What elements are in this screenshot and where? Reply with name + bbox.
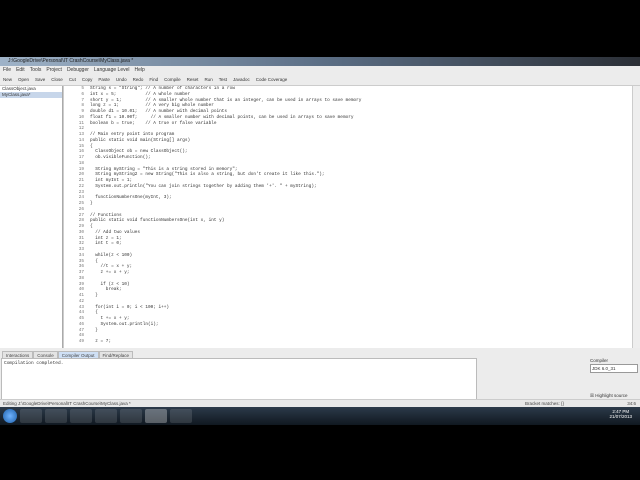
highlight-label: Highlight source [595,393,628,398]
code-text: z += x + y; [90,270,130,275]
code-line: 49 z = 7; [64,339,640,345]
open-button[interactable]: Open [18,74,29,85]
cut-button[interactable]: Cut [69,74,76,85]
menu-language-level[interactable]: Language Level [94,66,130,74]
javadoc-button[interactable]: Javadoc [233,74,250,85]
drjava-icon[interactable] [145,409,167,423]
compiler-panel: Compiler JDK 6.0_31 ☒ Highlight source [590,358,638,399]
new-button[interactable]: New [3,74,12,85]
menu-project[interactable]: Project [46,66,62,74]
code-text: { [90,310,98,316]
undo-button[interactable]: Undo [116,74,127,85]
find-button[interactable]: Find [149,74,158,85]
compiler-select[interactable]: JDK 6.0_31 [590,364,638,373]
code-text: { [90,258,98,264]
code-text: int myInt = 1; [90,178,133,183]
code-text: int z = 1; [90,235,122,241]
compiler-output[interactable]: Compilation completed. [1,358,477,404]
recorder-icon[interactable] [170,409,192,423]
taskbar: 2:47 PM 21/07/2013 [0,407,640,425]
code-text: String s = "String"; // A number of char… [90,86,235,91]
code-text: float f1 = 10.00f; // A smaller number w… [90,114,354,120]
code-text: ob.visibleFunction(); [90,155,151,160]
save-button[interactable]: Save [35,74,45,85]
code-text: { [90,143,93,149]
code-coverage-button[interactable]: Code Coverage [256,74,288,85]
menu-tools[interactable]: Tools [30,66,42,74]
test-button[interactable]: Test [219,74,227,85]
code-text: } [90,201,93,206]
code-text: { [90,224,93,229]
copy-button[interactable]: Copy [82,74,93,85]
code-text: } [90,327,98,333]
drjava-window: J:\GoogleDrive\Personal\IT CrashCourse\M… [0,57,640,408]
code-text: System.out.println(i); [90,321,159,327]
code-text: t += x + y; [90,316,130,321]
paste-button[interactable]: Paste [98,74,110,85]
title-bar: J:\GoogleDrive\Personal\IT CrashCourse\M… [0,57,640,66]
word-icon[interactable] [95,409,117,423]
code-editor[interactable]: 5 String s = "String"; // A number of cha… [63,86,640,348]
menu-help[interactable]: Help [135,66,145,74]
clock-date: 21/07/2013 [609,414,632,419]
code-text: public static void main(String[] args) [90,137,191,143]
close-button[interactable]: Close [51,74,63,85]
explorer-icon[interactable] [45,409,67,423]
clock[interactable]: 2:47 PM 21/07/2013 [609,409,632,419]
file-item[interactable]: MyClass.java* [0,92,62,98]
redo-button[interactable]: Redo [133,74,144,85]
code-text: boolean b = true; // A true or false var… [90,120,217,126]
code-text: // Functions [90,212,122,218]
file-list[interactable]: ClassObject.java MyClass.java* [0,86,63,348]
media-player-icon[interactable] [70,409,92,423]
code-text: // Main entry point into program [90,132,175,137]
menu-edit[interactable]: Edit [16,66,25,74]
code-text: int t = 0; [90,241,122,247]
code-text: functionNumbersOne(myInt, 3); [90,195,172,201]
reset-button[interactable]: Reset [187,74,199,85]
code-text: } [90,293,98,298]
code-text: break; [90,287,122,293]
line-number: 49 [78,339,84,344]
code-text: System.out.println("You can join strings… [90,183,317,189]
code-text: String myString = "This is a string stor… [90,166,238,172]
code-text: public static void functionNumbersOne(in… [90,218,225,224]
code-text: int x = 5; // A whole number [90,91,191,97]
status-path: Editing J:\GoogleDrive\Personal\IT Crash… [3,401,131,406]
code-text: // Add two values [90,229,141,235]
run-button[interactable]: Run [204,74,212,85]
code-text: short y = 1; // A smaller whole number t… [90,97,362,103]
app-icon[interactable] [120,409,142,423]
editor-scrollbar[interactable] [632,86,640,348]
code-text: long z = 1; // A very big whole number [90,103,214,109]
code-text: if (z < 10) [90,281,130,287]
compiler-label: Compiler [590,358,609,363]
start-button[interactable] [3,409,17,423]
chrome-icon[interactable] [20,409,42,423]
compile-button[interactable]: Compile [164,74,181,85]
code-text: for(int i = 0; i < 100; i++) [90,304,170,310]
code-text: double d1 = 10.01; // A number with deci… [90,109,228,114]
code-text: while(z < 100) [90,252,133,258]
menu-debugger[interactable]: Debugger [67,66,89,74]
code-text: //t = x + y; [90,264,133,270]
menu-bar: File Edit Tools Project Debugger Language Lev… [0,66,640,74]
menu-file[interactable]: File [3,66,11,74]
toolbar: New Open Save Close Cut Copy Paste Undo Redo Find… [0,74,640,86]
code-text: z = 7; [90,339,112,344]
code-text: String myString2 = new String("This is a… [90,172,325,178]
code-text: ClassObject ob = new ClassObject(); [90,149,188,155]
